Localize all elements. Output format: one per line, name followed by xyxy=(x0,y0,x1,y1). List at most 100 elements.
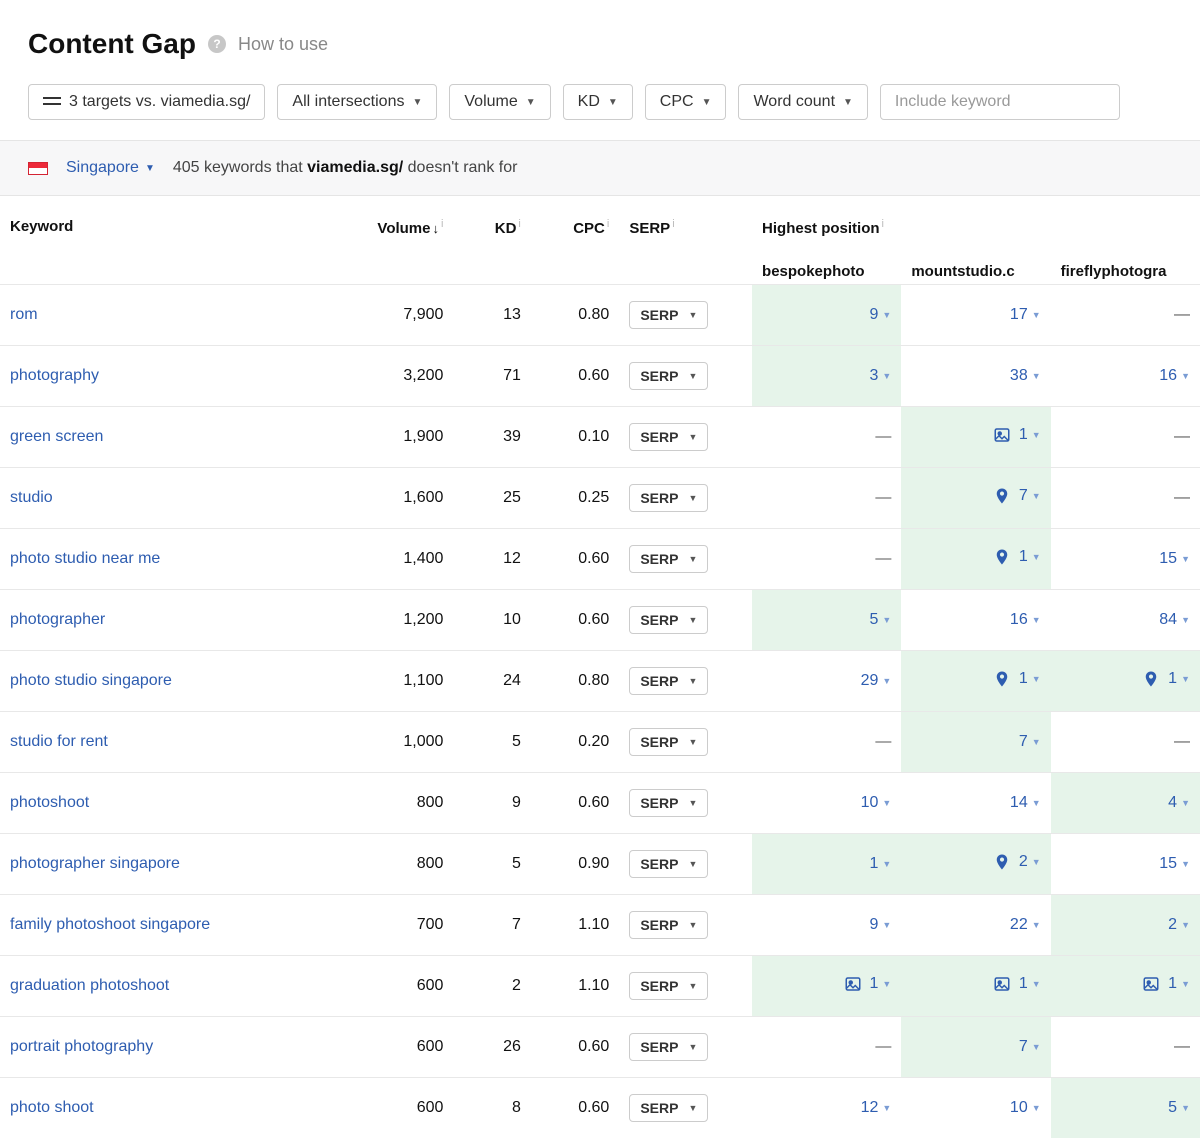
position-value: 16▼ xyxy=(1159,367,1190,385)
position-cell[interactable]: 10▼ xyxy=(901,1078,1050,1138)
keyword-link[interactable]: photo studio near me xyxy=(10,550,160,567)
serp-button[interactable]: SERP▼ xyxy=(629,1033,708,1061)
volume-filter-button[interactable]: Volume ▼ xyxy=(449,84,550,120)
kd-cell: 7 xyxy=(453,895,530,956)
position-cell[interactable]: 4▼ xyxy=(1051,773,1200,834)
serp-button[interactable]: SERP▼ xyxy=(629,484,708,512)
info-icon[interactable]: i xyxy=(672,218,674,230)
position-cell[interactable]: 1▼ xyxy=(1051,651,1200,712)
serp-button[interactable]: SERP▼ xyxy=(629,545,708,573)
chevron-down-icon: ▼ xyxy=(882,615,891,625)
include-keyword-input[interactable] xyxy=(880,84,1120,120)
serp-button[interactable]: SERP▼ xyxy=(629,789,708,817)
keyword-link[interactable]: photo shoot xyxy=(10,1099,94,1116)
col-target-2[interactable]: fireflyphotogra xyxy=(1051,241,1200,285)
chevron-down-icon: ▼ xyxy=(1181,979,1190,989)
chevron-down-icon: ▼ xyxy=(608,97,618,108)
position-cell[interactable]: 9▼ xyxy=(752,895,901,956)
position-cell[interactable]: 1▼ xyxy=(901,529,1050,590)
intersections-filter-button[interactable]: All intersections ▼ xyxy=(277,84,437,120)
serp-button[interactable]: SERP▼ xyxy=(629,423,708,451)
position-cell[interactable]: 15▼ xyxy=(1051,529,1200,590)
position-cell[interactable]: 7▼ xyxy=(901,712,1050,773)
position-cell[interactable]: 1▼ xyxy=(901,956,1050,1017)
position-cell[interactable]: 22▼ xyxy=(901,895,1050,956)
keyword-link[interactable]: rom xyxy=(10,306,38,323)
position-cell[interactable]: 38▼ xyxy=(901,346,1050,407)
col-kd[interactable]: KDi xyxy=(453,196,530,285)
position-cell: — xyxy=(752,1017,901,1078)
keyword-link[interactable]: photo studio singapore xyxy=(10,672,172,689)
info-icon[interactable]: i xyxy=(607,218,609,230)
help-icon[interactable]: ? xyxy=(208,35,226,53)
serp-button[interactable]: SERP▼ xyxy=(629,911,708,939)
col-target-1[interactable]: mountstudio.c xyxy=(901,241,1050,285)
position-cell[interactable]: 5▼ xyxy=(752,590,901,651)
keyword-link[interactable]: family photoshoot singapore xyxy=(10,916,210,933)
serp-button[interactable]: SERP▼ xyxy=(629,850,708,878)
serp-button[interactable]: SERP▼ xyxy=(629,362,708,390)
serp-button[interactable]: SERP▼ xyxy=(629,301,708,329)
keyword-link[interactable]: photoshoot xyxy=(10,794,89,811)
col-keyword[interactable]: Keyword xyxy=(0,196,332,285)
chevron-down-icon: ▼ xyxy=(1032,737,1041,747)
volume-cell: 1,900 xyxy=(332,407,454,468)
position-cell[interactable]: 16▼ xyxy=(1051,346,1200,407)
position-cell[interactable]: 7▼ xyxy=(901,468,1050,529)
word-count-filter-button[interactable]: Word count ▼ xyxy=(738,84,867,120)
position-cell[interactable]: 16▼ xyxy=(901,590,1050,651)
col-serp[interactable]: SERPi xyxy=(619,196,752,285)
keyword-link[interactable]: graduation photoshoot xyxy=(10,977,169,994)
serp-button[interactable]: SERP▼ xyxy=(629,606,708,634)
position-value: 7▼ xyxy=(1019,733,1041,751)
position-cell[interactable]: 1▼ xyxy=(901,407,1050,468)
position-cell[interactable]: 10▼ xyxy=(752,773,901,834)
info-icon[interactable]: i xyxy=(518,218,520,230)
keyword-link[interactable]: studio xyxy=(10,489,53,506)
position-cell[interactable]: 9▼ xyxy=(752,285,901,346)
position-value: 1▼ xyxy=(993,975,1041,993)
keyword-link[interactable]: portrait photography xyxy=(10,1038,153,1055)
keyword-link[interactable]: studio for rent xyxy=(10,733,108,750)
kd-filter-button[interactable]: KD ▼ xyxy=(563,84,633,120)
cpc-filter-button[interactable]: CPC ▼ xyxy=(645,84,727,120)
targets-filter-button[interactable]: 3 targets vs. viamedia.sg/ xyxy=(28,84,265,120)
position-cell[interactable]: 1▼ xyxy=(1051,956,1200,1017)
keyword-link[interactable]: photographer singapore xyxy=(10,855,180,872)
kd-cell: 26 xyxy=(453,1017,530,1078)
col-target-0[interactable]: bespokephoto xyxy=(752,241,901,285)
keyword-link[interactable]: photography xyxy=(10,367,99,384)
position-cell[interactable]: 3▼ xyxy=(752,346,901,407)
serp-button[interactable]: SERP▼ xyxy=(629,728,708,756)
serp-button[interactable]: SERP▼ xyxy=(629,667,708,695)
position-cell[interactable]: 2▼ xyxy=(1051,895,1200,956)
col-cpc[interactable]: CPCi xyxy=(531,196,619,285)
info-icon[interactable]: i xyxy=(882,218,884,230)
chevron-down-icon: ▼ xyxy=(526,97,536,108)
keyword-link[interactable]: green screen xyxy=(10,428,103,445)
position-cell[interactable]: 15▼ xyxy=(1051,834,1200,895)
serp-button-label: SERP xyxy=(640,856,678,872)
country-selector[interactable]: Singapore ▼ xyxy=(66,159,155,177)
info-icon[interactable]: i xyxy=(441,218,443,230)
position-cell[interactable]: 2▼ xyxy=(901,834,1050,895)
position-cell[interactable]: 17▼ xyxy=(901,285,1050,346)
cpc-filter-label: CPC xyxy=(660,93,694,111)
how-to-use-link[interactable]: How to use xyxy=(238,34,328,55)
position-cell[interactable]: 1▼ xyxy=(752,834,901,895)
position-cell[interactable]: 14▼ xyxy=(901,773,1050,834)
position-cell[interactable]: 1▼ xyxy=(901,651,1050,712)
position-cell[interactable]: 29▼ xyxy=(752,651,901,712)
position-cell[interactable]: 1▼ xyxy=(752,956,901,1017)
serp-button-label: SERP xyxy=(640,795,678,811)
position-cell[interactable]: 84▼ xyxy=(1051,590,1200,651)
serp-button[interactable]: SERP▼ xyxy=(629,972,708,1000)
position-cell[interactable]: 5▼ xyxy=(1051,1078,1200,1138)
chevron-down-icon: ▼ xyxy=(688,920,697,930)
col-volume[interactable]: Volume↓i xyxy=(332,196,454,285)
sort-desc-icon: ↓ xyxy=(433,221,440,236)
keyword-link[interactable]: photographer xyxy=(10,611,105,628)
position-cell[interactable]: 7▼ xyxy=(901,1017,1050,1078)
position-cell[interactable]: 12▼ xyxy=(752,1078,901,1138)
serp-button[interactable]: SERP▼ xyxy=(629,1094,708,1122)
